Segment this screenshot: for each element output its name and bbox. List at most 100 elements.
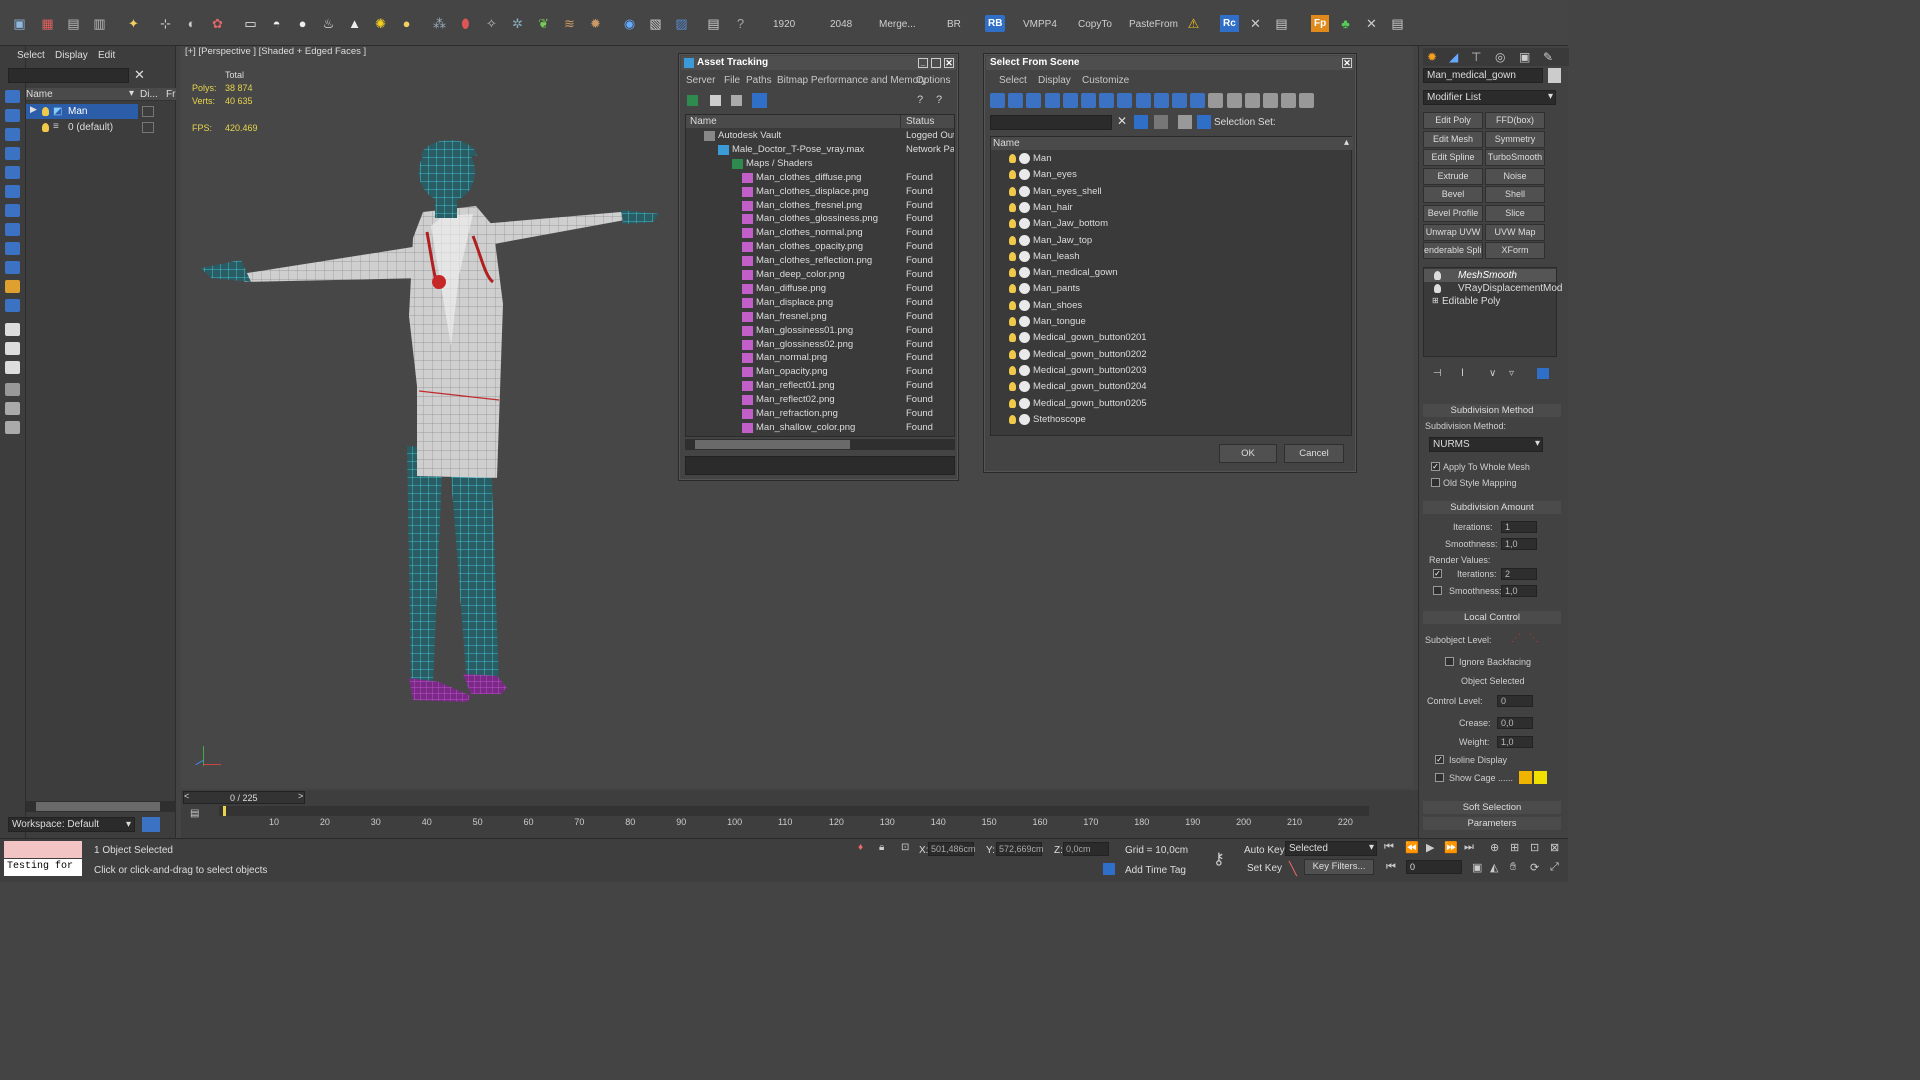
scene-col-freeze[interactable]: Fr bbox=[166, 89, 175, 100]
light-bulb-icon[interactable] bbox=[1009, 186, 1016, 196]
asset-menu-paths[interactable]: Paths bbox=[746, 75, 772, 86]
asset-row[interactable]: Man_clothes_glossiness.png Found bbox=[686, 212, 954, 226]
filter-invert-icon[interactable] bbox=[1244, 93, 1260, 108]
sync-selection-icon[interactable] bbox=[5, 421, 20, 434]
modifier-button[interactable]: Shell bbox=[1485, 186, 1545, 204]
material-editor-icon[interactable]: ▤ bbox=[64, 14, 83, 33]
weight-spinner[interactable]: 1,0 bbox=[1497, 736, 1533, 748]
display-none-icon[interactable] bbox=[5, 342, 20, 355]
modifier-button[interactable]: Noise bbox=[1485, 167, 1545, 185]
filter-all-icon[interactable] bbox=[1208, 93, 1224, 108]
configure-sets-icon[interactable] bbox=[1537, 368, 1549, 379]
asset-row[interactable]: Man_fresnel.png Found bbox=[686, 310, 954, 324]
modifier-button[interactable]: XForm bbox=[1485, 242, 1545, 260]
isolate-icon[interactable]: ♦ bbox=[858, 842, 863, 853]
light-bulb-icon[interactable] bbox=[1009, 349, 1016, 359]
warning-icon[interactable]: ⚠ bbox=[1184, 14, 1203, 33]
cage-selected-color-swatch[interactable] bbox=[1534, 771, 1547, 784]
sfs-col-name[interactable]: Name bbox=[993, 138, 1020, 149]
omni-light-icon[interactable]: ● bbox=[397, 14, 416, 33]
light-bulb-icon[interactable] bbox=[42, 123, 49, 132]
modifier-button[interactable]: enderable Splir bbox=[1423, 242, 1483, 260]
maxscript-listener-input[interactable]: Testing for bbox=[4, 859, 82, 876]
help-icon[interactable]: ? bbox=[917, 94, 923, 106]
modifier-button[interactable]: FFD(box) bbox=[1485, 112, 1545, 129]
hierarchy-icon[interactable] bbox=[1154, 115, 1168, 129]
light-bulb-icon[interactable] bbox=[1009, 268, 1016, 278]
light-bulb-icon[interactable] bbox=[1009, 333, 1016, 343]
asset-row[interactable]: Man_shallow_color.png Found bbox=[686, 421, 954, 435]
crease-spinner[interactable]: 0,0 bbox=[1497, 717, 1533, 729]
asset-col-name[interactable]: Name bbox=[690, 116, 717, 127]
display-frozen-icon[interactable] bbox=[5, 299, 20, 312]
asset-row[interactable]: Man_clothes_opacity.png Found bbox=[686, 240, 954, 254]
maximize-viewport-icon[interactable]: ⤢ bbox=[1550, 861, 1559, 874]
expand-icon[interactable]: ⊞ bbox=[1432, 296, 1439, 305]
zoom-extents-all-icon[interactable]: ⊠ bbox=[1550, 841, 1559, 854]
select-tool-icon[interactable] bbox=[5, 90, 20, 103]
maximize-icon[interactable] bbox=[931, 58, 941, 68]
render-setup-icon[interactable]: ▦ bbox=[38, 14, 57, 33]
add-time-tag-button[interactable]: Add Time Tag bbox=[1125, 865, 1186, 876]
plant-icon[interactable]: ❦ bbox=[534, 14, 553, 33]
tools-icon[interactable]: ✕ bbox=[1246, 14, 1265, 33]
display-xrefs-icon[interactable] bbox=[5, 242, 20, 255]
br-button[interactable]: BR bbox=[947, 19, 961, 30]
modifier-toggle-icon[interactable] bbox=[1434, 284, 1441, 293]
display-tab-icon[interactable]: ▣ bbox=[1519, 50, 1530, 64]
sfs-row[interactable]: Man bbox=[991, 152, 1353, 166]
display-all-icon[interactable] bbox=[5, 323, 20, 336]
mirror-icon[interactable]: ◐ bbox=[182, 14, 201, 33]
modifier-button[interactable]: UVW Map bbox=[1485, 223, 1545, 241]
ignore-backfacing-checkbox[interactable] bbox=[1445, 657, 1454, 666]
layer-manager-icon[interactable]: ▥ bbox=[90, 14, 109, 33]
curve-editor-icon[interactable]: ▤ bbox=[190, 808, 206, 822]
soft-selection-rollout[interactable]: Soft Selection bbox=[1423, 801, 1561, 814]
asset-row[interactable]: Man_reflect01.png Found bbox=[686, 379, 954, 393]
filter-frozen-icon[interactable] bbox=[1172, 93, 1187, 108]
absolute-mode-icon[interactable]: ⊡ bbox=[901, 842, 909, 853]
asset-row[interactable]: Man_clothes_fresnel.png Found bbox=[686, 199, 954, 213]
motion-tab-icon[interactable]: ◎ bbox=[1495, 50, 1505, 64]
key-mode-select[interactable]: Selected ▾ bbox=[1285, 841, 1377, 856]
light-bulb-icon[interactable] bbox=[1009, 414, 1016, 424]
array-icon[interactable]: ⊹ bbox=[156, 14, 175, 33]
select-from-scene-titlebar[interactable]: Select From Scene ✕ bbox=[986, 56, 1354, 70]
next-frame-arrow-icon[interactable]: > bbox=[298, 791, 303, 801]
asset-row[interactable]: Autodesk Vault Logged Out bbox=[686, 129, 954, 143]
utilities-tab-icon[interactable]: ✎ bbox=[1543, 50, 1553, 64]
modifier-button[interactable]: Unwrap UVW bbox=[1423, 223, 1483, 241]
sync-filter-icon[interactable] bbox=[1134, 115, 1148, 129]
light-bulb-icon[interactable] bbox=[1009, 235, 1016, 245]
modifier-button[interactable]: Symmetry bbox=[1485, 130, 1545, 148]
key-mode-toggle-icon[interactable]: ⏮ bbox=[1386, 861, 1396, 874]
z-coord-field[interactable]: 0,0cm bbox=[1063, 842, 1109, 856]
scene-row-man[interactable]: ▶ ◩ Man bbox=[26, 104, 138, 119]
asset-row[interactable]: Man_deep_color.png Found bbox=[686, 268, 954, 282]
sfs-row[interactable]: Man_tongue bbox=[991, 315, 1353, 329]
asset-row[interactable]: Man_normal.png Found bbox=[686, 351, 954, 365]
modifier-button[interactable]: Bevel bbox=[1423, 186, 1483, 204]
filter-find-icon[interactable] bbox=[1299, 93, 1315, 108]
pastefrom-button[interactable]: PasteFrom bbox=[1129, 19, 1178, 30]
asset-menu-file[interactable]: File bbox=[724, 75, 740, 86]
sort-arrow-icon[interactable]: ▾ bbox=[129, 88, 134, 99]
modifier-button[interactable]: Edit Poly bbox=[1423, 112, 1483, 129]
scene-row-default-layer[interactable]: ≡ 0 (default) bbox=[26, 120, 138, 135]
current-frame-marker[interactable] bbox=[223, 806, 226, 816]
asset-row[interactable]: Man_clothes_normal.png Found bbox=[686, 226, 954, 240]
lock-icon[interactable]: 🔒︎ bbox=[879, 842, 884, 853]
subdivision-method-rollout[interactable]: Subdivision Method bbox=[1423, 404, 1561, 417]
fur-icon[interactable]: ✹ bbox=[586, 14, 605, 33]
sfs-row[interactable]: Medical_gown_button0205 bbox=[991, 397, 1353, 411]
sfs-row[interactable]: Man_Jaw_bottom bbox=[991, 217, 1353, 231]
filter-groups-icon[interactable] bbox=[1099, 93, 1115, 108]
vault-help-icon[interactable]: ? bbox=[936, 94, 942, 106]
display-toggle-icon[interactable] bbox=[142, 122, 154, 133]
sfs-row[interactable]: Man_eyes bbox=[991, 168, 1353, 182]
modify-tab-icon[interactable]: ◢ bbox=[1449, 50, 1458, 64]
cage-color-swatch[interactable] bbox=[1519, 771, 1532, 784]
asset-row[interactable]: Man_glossiness02.png Found bbox=[686, 338, 954, 352]
edge-subobject-icon[interactable]: ⋱ bbox=[1529, 633, 1539, 644]
maxscript-listener-red[interactable] bbox=[4, 841, 82, 858]
